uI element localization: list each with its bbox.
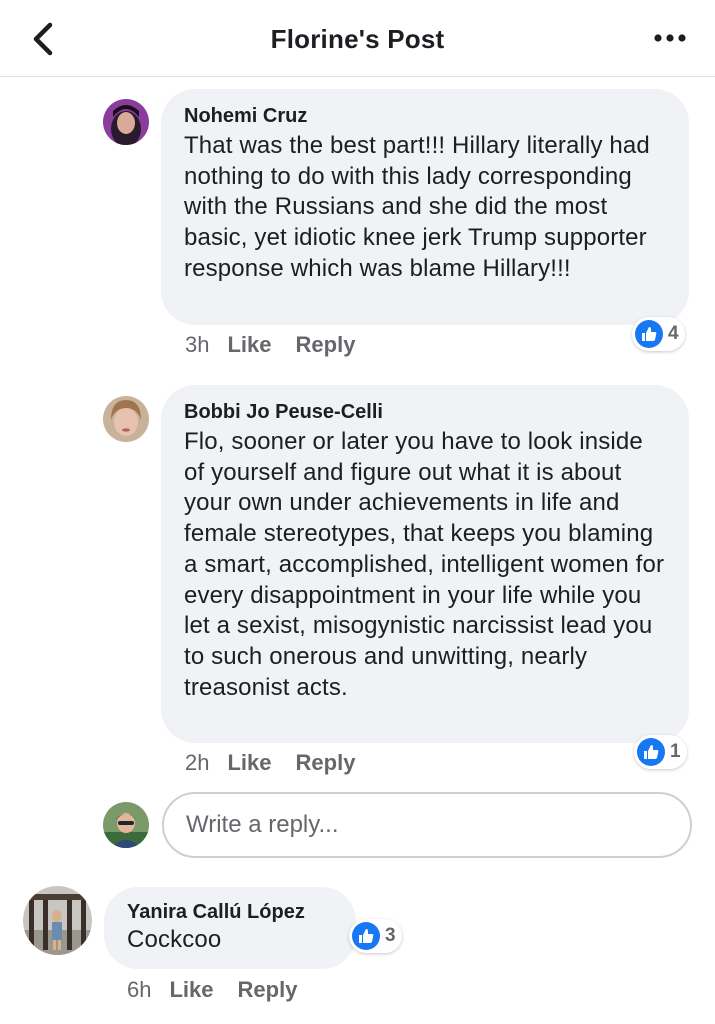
top-bar: Florine's Post xyxy=(0,0,715,77)
avatar[interactable] xyxy=(103,396,149,442)
reaction-count: 4 xyxy=(668,323,679,344)
more-dots-icon xyxy=(654,34,686,42)
comment-time: 2h xyxy=(185,750,210,775)
avatar[interactable] xyxy=(23,886,92,955)
reply-button[interactable]: Reply xyxy=(296,332,356,357)
reaction-badge[interactable]: 4 xyxy=(632,317,685,351)
comment-author[interactable]: Nohemi Cruz xyxy=(184,103,669,129)
page-title: Florine's Post xyxy=(270,24,445,54)
comment-author[interactable]: Yanira Callú López xyxy=(127,899,336,925)
comment-meta: 2h Like Reply xyxy=(185,750,355,776)
like-button[interactable]: Like xyxy=(169,977,213,1002)
like-button[interactable]: Like xyxy=(227,750,271,775)
comment-time: 3h xyxy=(185,332,210,357)
comment-author[interactable]: Bobbi Jo Peuse-Celli xyxy=(184,399,669,425)
comment-text: Cockcoo xyxy=(127,926,222,953)
more-options-button[interactable] xyxy=(653,30,687,46)
comment-bubble: Bobbi Jo Peuse-Celli Flo, sooner or late… xyxy=(161,385,689,743)
comment-meta: 6h Like Reply xyxy=(127,977,297,1003)
thumbs-up-icon xyxy=(352,922,380,950)
reaction-badge[interactable]: 1 xyxy=(634,735,687,769)
reply-button[interactable]: Reply xyxy=(296,750,356,775)
comment-time: 6h xyxy=(127,977,152,1002)
comment-meta: 3h Like Reply xyxy=(185,332,355,358)
comment-text: That was the best part!!! Hillary litera… xyxy=(184,132,650,282)
comment-bubble: Yanira Callú López Cockcoo xyxy=(104,887,356,969)
reply-input[interactable]: Write a reply... xyxy=(162,792,692,858)
avatar[interactable] xyxy=(103,99,149,145)
comment-text: Flo, sooner or later you have to look in… xyxy=(184,428,665,701)
reaction-count: 3 xyxy=(385,925,396,946)
thumbs-up-icon xyxy=(635,320,663,348)
like-button[interactable]: Like xyxy=(227,332,271,357)
thumbs-up-icon xyxy=(637,738,665,766)
reply-button[interactable]: Reply xyxy=(238,977,298,1002)
reply-placeholder: Write a reply... xyxy=(186,811,339,838)
reaction-badge[interactable]: 3 xyxy=(349,919,402,953)
comment-bubble: Nohemi Cruz That was the best part!!! Hi… xyxy=(161,89,689,325)
current-user-avatar xyxy=(103,802,149,848)
reaction-count: 1 xyxy=(670,741,681,762)
